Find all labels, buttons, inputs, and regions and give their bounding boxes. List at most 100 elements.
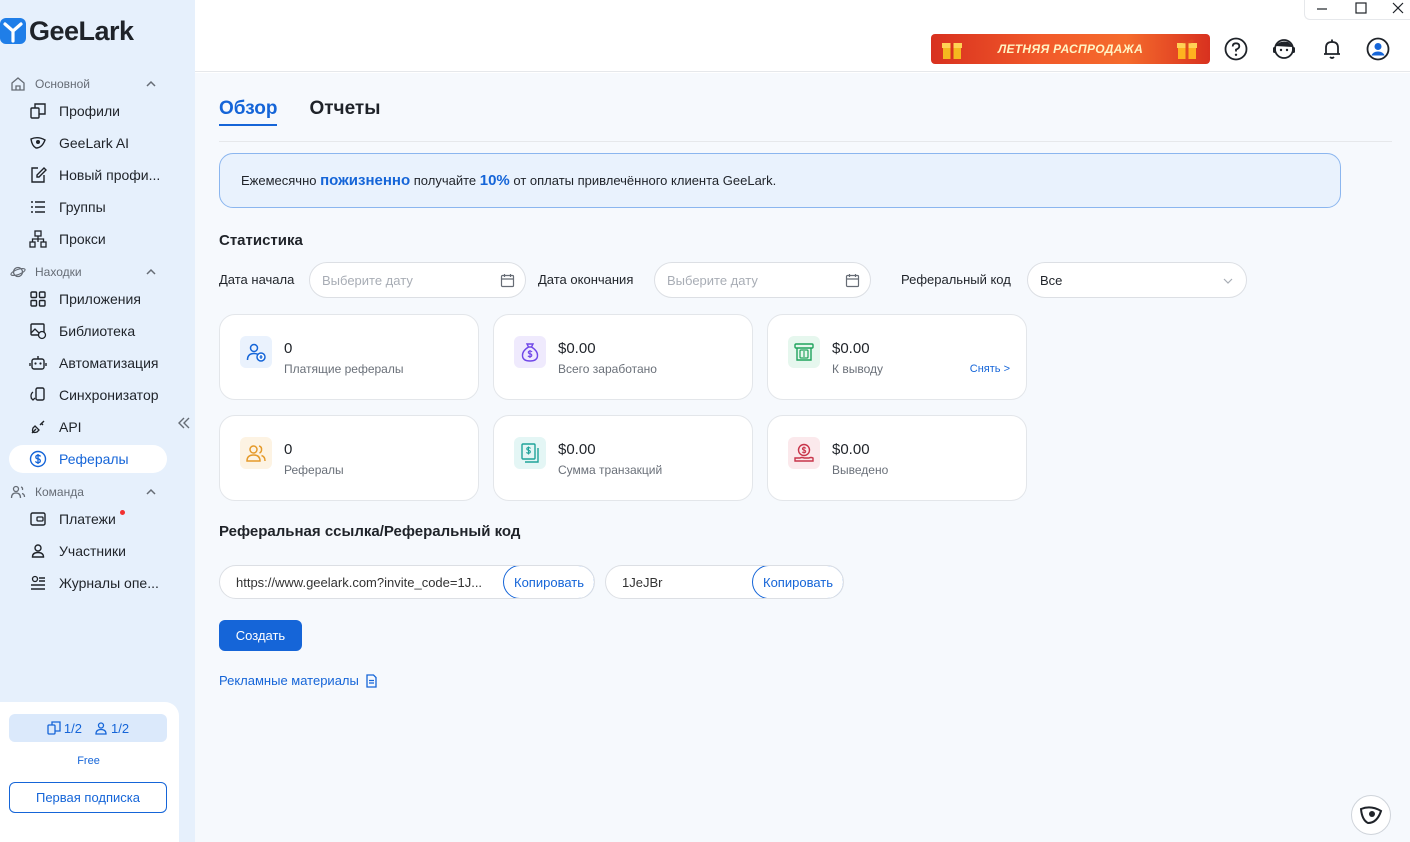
sidebar-item-profiles[interactable]: Профили [9, 97, 167, 125]
sidebar-item-automation[interactable]: Автоматизация [9, 349, 167, 377]
stat-label: Выведено [832, 463, 889, 477]
referral-code-value: Все [1040, 272, 1063, 288]
sidebar-item-api[interactable]: API [9, 413, 167, 441]
sidebar-item-apps[interactable]: Приложения [9, 285, 167, 313]
cash-register-icon [794, 343, 814, 361]
calendar-icon [845, 274, 860, 288]
stat-card-referrals: 0 Рефералы [219, 415, 479, 501]
stat-value: $0.00 [558, 441, 596, 458]
profiles-quota-icon [47, 721, 61, 735]
sidebar-item-label: Синхронизатор [59, 387, 159, 403]
document-icon [366, 673, 377, 688]
minimize-icon[interactable] [1315, 1, 1329, 15]
stat-icon-box [240, 437, 272, 469]
banner-text: получайте [410, 173, 480, 188]
stat-value: 0 [284, 441, 293, 458]
stat-card-paying-referrals: 0 Платящие рефералы [219, 314, 479, 400]
referral-link-field[interactable]: https://www.geelark.com?invite_code=1J..… [219, 565, 595, 599]
section-main[interactable]: Основной [10, 74, 160, 94]
ai-eye-icon [1359, 806, 1383, 825]
sidebar-item-synchronizer[interactable]: Синхронизатор [9, 381, 167, 409]
ai-eye-icon [30, 137, 46, 149]
network-icon [29, 230, 47, 248]
image-library-icon [30, 323, 47, 340]
sidebar-item-new-profile[interactable]: Новый профи... [9, 161, 167, 189]
end-date-placeholder: Выберите дату [667, 272, 758, 288]
sidebar-item-payments[interactable]: Платежи [9, 505, 167, 533]
account-icon[interactable] [1365, 36, 1391, 62]
promo-materials-link[interactable]: Рекламные материалы [219, 673, 378, 688]
close-icon[interactable] [1391, 1, 1405, 15]
sidebar-item-label: Прокси [59, 231, 106, 247]
collapse-sidebar-icon[interactable] [177, 416, 191, 430]
sidebar-item-referrals[interactable]: Рефералы [9, 445, 167, 473]
stat-value: $0.00 [832, 340, 870, 357]
sidebar-item-label: Журналы опе... [59, 575, 159, 591]
stat-label: К выводу [832, 362, 883, 376]
first-subscription-button[interactable]: Первая подписка [9, 782, 167, 813]
tabs: Обзор Отчеты [219, 98, 412, 126]
team-icon [10, 485, 26, 499]
chevron-up-icon[interactable] [146, 79, 156, 89]
profiles-quota: 1/2 [63, 720, 82, 736]
help-icon[interactable] [1223, 36, 1249, 62]
sidebar-item-label: Платежи [59, 511, 116, 527]
copy-code-button[interactable]: Копировать [752, 566, 843, 598]
stat-icon-box [514, 336, 546, 368]
calendar-icon [500, 274, 515, 288]
edit-icon [31, 167, 47, 183]
sidebar-item-activity-logs[interactable]: Журналы опе... [9, 569, 167, 597]
quota-bar: 1/2 1/2 [9, 714, 167, 742]
maximize-icon[interactable] [1354, 1, 1368, 15]
stat-label: Сумма транзакций [558, 463, 663, 477]
ai-assistant-button[interactable] [1351, 795, 1391, 835]
banner-text: Ежемесячно [241, 173, 321, 188]
notification-dot [120, 510, 125, 515]
list-icon [31, 201, 45, 213]
sidebar-item-label: Профили [59, 103, 120, 119]
bills-icon [521, 443, 539, 463]
sidebar-item-label: Приложения [59, 291, 141, 307]
geelark-logo-icon [0, 18, 26, 44]
plan-card: 1/2 1/2 Free Первая подписка [0, 702, 179, 842]
chevron-up-icon[interactable] [146, 267, 156, 277]
chevron-up-icon[interactable] [146, 487, 156, 497]
sidebar-item-proxies[interactable]: Прокси [9, 225, 167, 253]
support-agent-icon[interactable] [1271, 36, 1297, 62]
app-name: GeeLark [29, 15, 134, 46]
home-icon [11, 77, 25, 91]
copy-link-button[interactable]: Копировать [503, 566, 594, 598]
sidebar-item-geelark-ai[interactable]: GeeLark AI [9, 129, 167, 157]
gift-icon [942, 43, 962, 59]
end-date-input[interactable]: Выберите дату [654, 262, 871, 298]
banner-highlight-lifetime: пожизненно [320, 172, 411, 189]
stat-icon-box [788, 437, 820, 469]
sidebar-item-groups[interactable]: Группы [9, 193, 167, 221]
sidebar-item-library[interactable]: Библиотека [9, 317, 167, 345]
bell-icon[interactable] [1319, 36, 1345, 62]
stat-card-total-earned: $0.00 Всего заработано [493, 314, 753, 400]
tab-overview[interactable]: Обзор [219, 98, 278, 126]
summer-sale-banner[interactable]: ЛЕТНЯЯ РАСПРОДАЖА [931, 34, 1210, 64]
create-button[interactable]: Создать [219, 620, 302, 651]
stat-card-withdrawn: $0.00 Выведено [767, 415, 1027, 501]
statistics-title: Статистика [219, 232, 303, 249]
sidebar-item-label: Автоматизация [59, 355, 159, 371]
referral-code-select[interactable]: Все [1027, 262, 1247, 298]
start-date-input[interactable]: Выберите дату [309, 262, 526, 298]
api-plug-icon [31, 420, 45, 434]
tab-reports[interactable]: Отчеты [309, 98, 380, 126]
sidebar-item-members[interactable]: Участники [9, 537, 167, 565]
referral-link-value: https://www.geelark.com?invite_code=1J..… [236, 574, 483, 590]
chevron-down-icon [1223, 278, 1233, 284]
banner-text: от оплаты привлечённого клиента GeeLark. [509, 173, 777, 188]
withdraw-link[interactable]: Снять > [970, 363, 1010, 375]
stat-icon-box [240, 336, 272, 368]
section-team[interactable]: Команда [10, 482, 160, 502]
section-discover[interactable]: Находки [10, 262, 160, 282]
start-date-placeholder: Выберите дату [322, 272, 413, 288]
members-quota-icon [95, 722, 107, 735]
section-label: Команда [35, 485, 84, 499]
app-logo[interactable]: GeeLark [0, 14, 134, 48]
referral-code-field[interactable]: 1JeJBr Копировать [605, 565, 844, 599]
